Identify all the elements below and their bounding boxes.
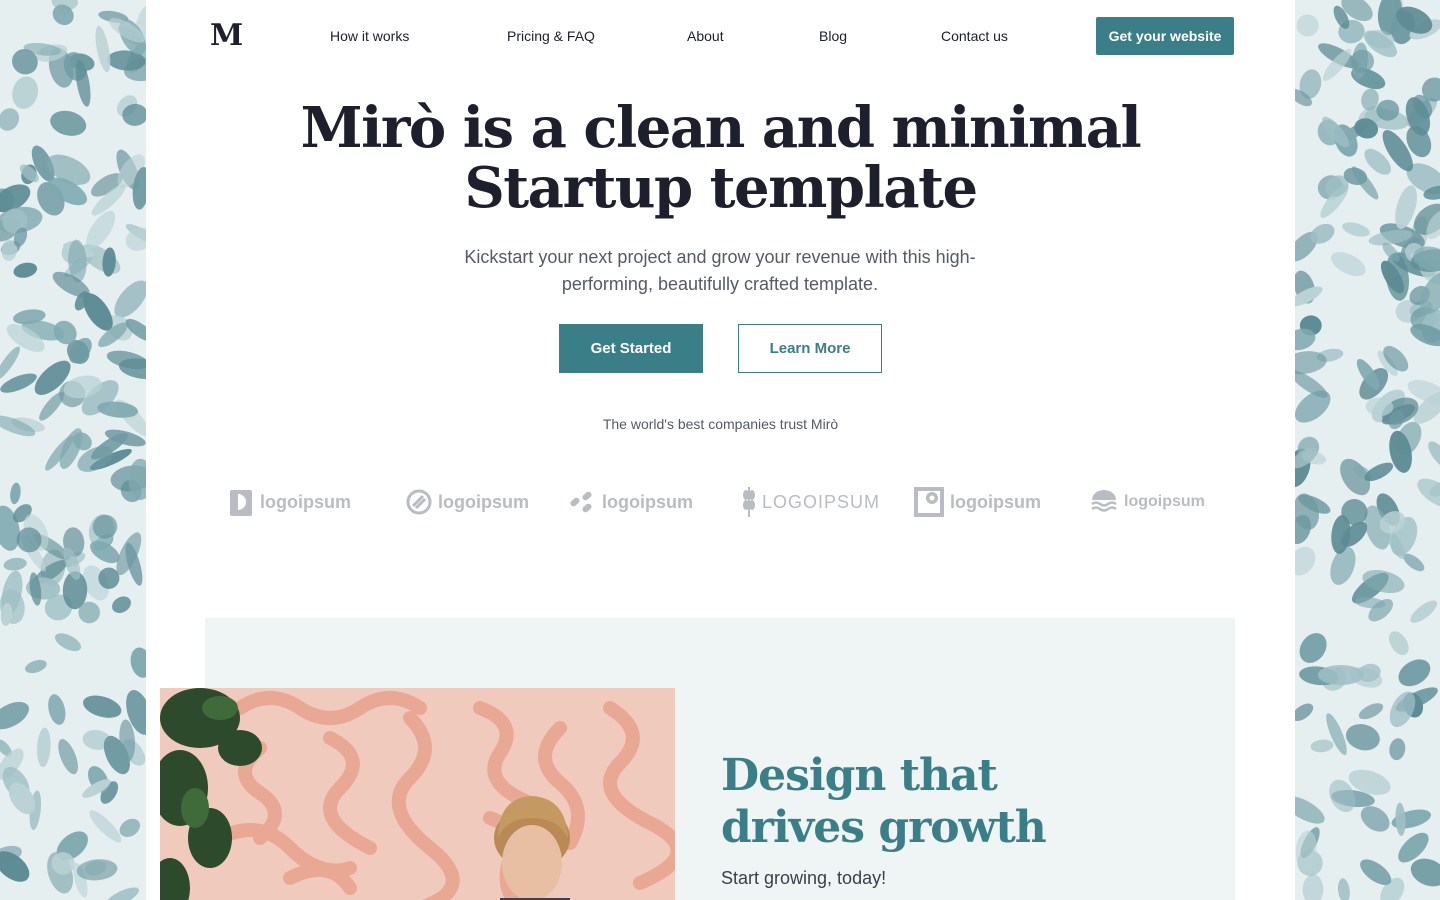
logo-mark-circle-icon (406, 489, 432, 515)
hero-title-line-1: Mirò is a clean and minimal (300, 95, 1142, 161)
logo-mark-waves-icon (1091, 490, 1117, 512)
brand-logo[interactable]: M (210, 18, 243, 53)
hero-title: Mirò is a clean and minimal Startup temp… (146, 98, 1295, 218)
client-logos: logoipsum logoipsum logoipsum LOGOIPSUM … (146, 482, 1295, 522)
leaf-pattern-left (0, 0, 146, 900)
leaf-pattern-right (1295, 0, 1440, 900)
client-logo-1: logoipsum (230, 482, 351, 522)
get-website-button[interactable]: Get your website (1096, 17, 1234, 55)
nav-link-pricing-faq[interactable]: Pricing & FAQ (507, 28, 595, 44)
get-started-button[interactable]: Get Started (559, 324, 703, 373)
client-logo-4: LOGOIPSUM (742, 482, 880, 522)
hero-title-line-2: Startup template (464, 155, 978, 221)
feature-title: Design that drives growth (721, 750, 1047, 853)
navbar: M How it works Pricing & FAQ About Blog … (146, 0, 1295, 72)
client-logo-2-text: logoipsum (438, 491, 529, 512)
nav-link-contact[interactable]: Contact us (941, 28, 1008, 44)
client-logo-3-text: logoipsum (602, 491, 693, 512)
client-logo-6: logoipsum (1090, 482, 1205, 522)
hero-subtitle: Kickstart your next project and grow you… (464, 247, 976, 294)
client-logo-5-text: logoipsum (950, 491, 1041, 512)
client-logo-3: logoipsum (568, 482, 693, 522)
client-logo-5: logoipsum (914, 482, 1041, 522)
client-logo-4-text: LOGOIPSUM (762, 491, 881, 512)
trust-text: The world's best companies trust Mirò (602, 416, 839, 432)
learn-more-button[interactable]: Learn More (738, 324, 882, 373)
logo-mark-half-circle-icon (230, 490, 252, 516)
feature-photo (160, 688, 675, 900)
nav-link-about[interactable]: About (687, 28, 724, 44)
client-logo-1-text: logoipsum (260, 491, 351, 512)
feature-subtitle: Start growing, today! (721, 868, 887, 888)
client-logo-6-text: logoipsum (1124, 493, 1205, 510)
logo-mark-square-icon (914, 487, 944, 517)
logo-mark-dots-icon (570, 491, 592, 513)
logo-mark-wheat-icon (743, 487, 755, 517)
client-logo-2: logoipsum (406, 482, 529, 522)
nav-link-blog[interactable]: Blog (819, 28, 847, 44)
page: M How it works Pricing & FAQ About Blog … (146, 0, 1295, 900)
nav-link-how-it-works[interactable]: How it works (330, 28, 409, 44)
